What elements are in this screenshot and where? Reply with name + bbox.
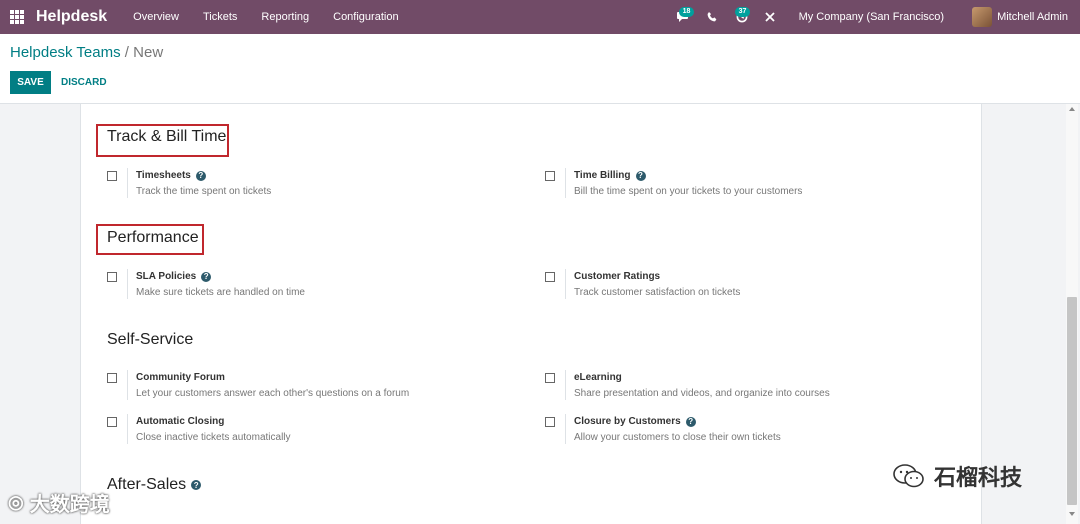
setting-divider	[127, 370, 128, 400]
breadcrumb-separator: /	[120, 44, 134, 61]
company-switcher[interactable]: My Company (San Francisco)	[799, 11, 945, 23]
setting-sla-policies: SLA Policies? Make sure tickets are hand…	[107, 269, 507, 309]
setting-label: Customer Ratings	[574, 271, 661, 282]
apps-grid-icon[interactable]	[10, 10, 24, 24]
breadcrumb: Helpdesk Teams / New	[10, 44, 163, 61]
setting-divider	[565, 269, 566, 299]
setting-label: Closure by Customers?	[574, 416, 696, 427]
setting-time-billing: Time Billing? Bill the time spent on you…	[545, 168, 945, 208]
automatic-closing-checkbox[interactable]	[107, 417, 117, 427]
setting-description: Track the time spent on tickets	[136, 186, 272, 197]
setting-automatic-closing: Automatic Closing Close inactive tickets…	[107, 414, 507, 454]
setting-divider	[127, 269, 128, 299]
setting-description: Track customer satisfaction on tickets	[574, 287, 741, 298]
activity-badge: 37	[734, 7, 751, 17]
setting-description: Allow your customers to close their own …	[574, 432, 781, 443]
setting-divider	[565, 370, 566, 400]
setting-divider	[565, 414, 566, 444]
navbar-systray: 18 37 My Company (San Francisco) Mitchel…	[669, 0, 1080, 34]
setting-label: SLA Policies?	[136, 271, 212, 282]
scroll-down-arrow-icon[interactable]	[1069, 512, 1075, 516]
setting-label: Time Billing?	[574, 170, 646, 181]
menu-tickets[interactable]: Tickets	[191, 11, 249, 23]
elearning-checkbox[interactable]	[545, 373, 555, 383]
setting-description: Bill the time spent on your tickets to y…	[574, 186, 803, 197]
setting-description: Close inactive tickets automatically	[136, 432, 291, 443]
setting-timesheets: Timesheets? Track the time spent on tick…	[107, 168, 507, 208]
timesheets-checkbox[interactable]	[107, 171, 117, 181]
section-title-track-bill: Track & Bill Time	[107, 128, 227, 145]
setting-label: Automatic Closing	[136, 416, 225, 427]
phone-icon[interactable]	[699, 0, 725, 34]
section-title-after-sales: After-Sales?	[107, 476, 202, 494]
scrollbar-thumb[interactable]	[1067, 297, 1077, 505]
setting-divider	[127, 168, 128, 198]
save-button[interactable]: SAVE	[10, 71, 51, 94]
section-title-performance: Performance	[107, 229, 199, 246]
menu-configuration[interactable]: Configuration	[321, 11, 410, 23]
help-icon[interactable]: ?	[201, 271, 212, 282]
setting-elearning: eLearning Share presentation and videos,…	[545, 370, 945, 410]
help-icon[interactable]: ?	[685, 416, 696, 427]
customer-ratings-checkbox[interactable]	[545, 272, 555, 282]
watermark-left-text: 大数跨境	[29, 494, 110, 516]
section-title-self-service: Self-Service	[107, 331, 194, 348]
setting-description: Make sure tickets are handled on time	[136, 287, 305, 298]
breadcrumb-helpdesk-teams[interactable]: Helpdesk Teams	[10, 44, 121, 61]
activity-clock-icon[interactable]: 37	[725, 0, 759, 34]
wechat-logo-icon	[893, 464, 924, 488]
setting-divider	[127, 414, 128, 444]
control-panel: Helpdesk Teams / New SAVE DISCARD	[0, 34, 1080, 104]
help-icon[interactable]: ?	[191, 480, 202, 490]
setting-label: Timesheets?	[136, 170, 206, 181]
setting-label: eLearning	[574, 372, 622, 383]
top-navbar: Helpdesk Overview Tickets Reporting Conf…	[0, 0, 1080, 34]
setting-closure-by-customers: Closure by Customers? Allow your custome…	[545, 414, 945, 454]
close-icon[interactable]	[759, 0, 781, 34]
closure-by-customers-checkbox[interactable]	[545, 417, 555, 427]
avatar[interactable]	[972, 7, 993, 27]
time-billing-checkbox[interactable]	[545, 171, 555, 181]
help-icon[interactable]: ?	[195, 170, 206, 181]
menu-overview[interactable]: Overview	[121, 11, 191, 23]
setting-description: Let your customers answer each other's q…	[136, 388, 410, 399]
watermark-right-text: 石榴科技	[934, 465, 1023, 490]
sla-policies-checkbox[interactable]	[107, 272, 117, 282]
form-sheet: Track & Bill Time Timesheets? Track the …	[80, 104, 982, 524]
user-menu[interactable]: Mitchell Admin	[997, 11, 1068, 23]
setting-community-forum: Community Forum Let your customers answe…	[107, 370, 507, 410]
watermark-logo-icon: ◎	[8, 492, 24, 512]
setting-label: Community Forum	[136, 372, 225, 383]
community-forum-checkbox[interactable]	[107, 373, 117, 383]
menu-reporting[interactable]: Reporting	[249, 11, 321, 23]
watermark-left: ◎ 大数跨境	[8, 488, 110, 517]
help-icon[interactable]: ?	[635, 170, 646, 181]
breadcrumb-current: New	[133, 44, 164, 61]
app-brand[interactable]: Helpdesk	[36, 8, 107, 26]
scroll-up-arrow-icon[interactable]	[1069, 107, 1075, 111]
watermark-right: 石榴科技	[892, 460, 1022, 492]
setting-divider	[565, 168, 566, 198]
setting-customer-ratings: Customer Ratings Track customer satisfac…	[545, 269, 945, 309]
chat-badge: 18	[678, 7, 695, 17]
discard-button[interactable]: DISCARD	[61, 71, 107, 94]
chat-icon[interactable]: 18	[669, 0, 699, 34]
setting-description: Share presentation and videos, and organ…	[574, 388, 830, 399]
